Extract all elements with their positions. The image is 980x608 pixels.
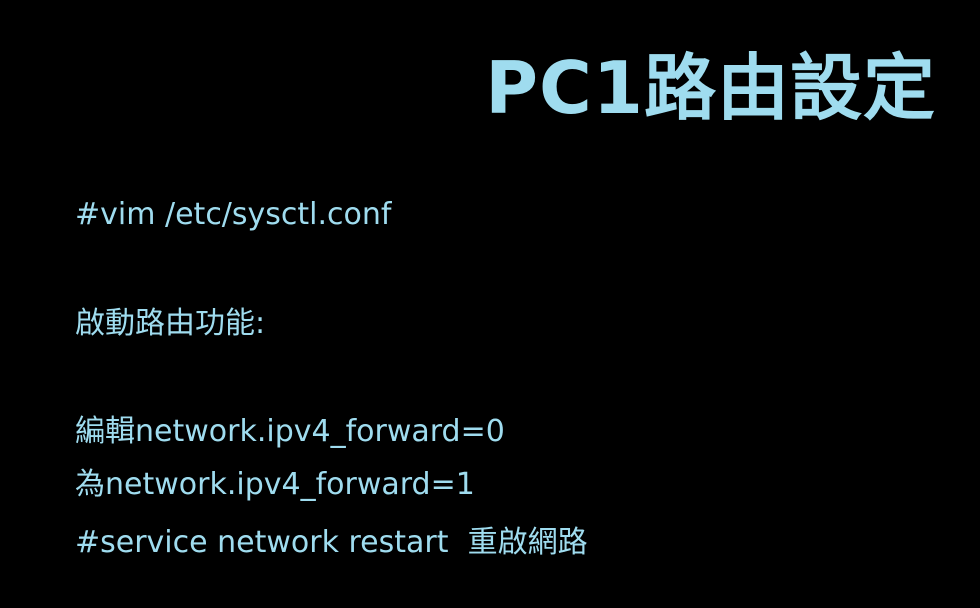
slide: PC1路由設定 #vim /etc/sysctl.conf 啟動路由功能: 編輯… xyxy=(0,0,980,608)
set-forward-value: 為network.ipv4_forward=1 xyxy=(75,467,475,502)
command-vim-sysctl: #vim /etc/sysctl.conf xyxy=(75,197,392,232)
edit-forward-setting: 編輯network.ipv4_forward=0 xyxy=(75,414,505,449)
command-network-restart: #service network restart 重啟網路 xyxy=(75,525,588,560)
slide-title: PC1路由設定 xyxy=(485,46,936,130)
enable-routing-heading: 啟動路由功能: xyxy=(75,306,266,341)
